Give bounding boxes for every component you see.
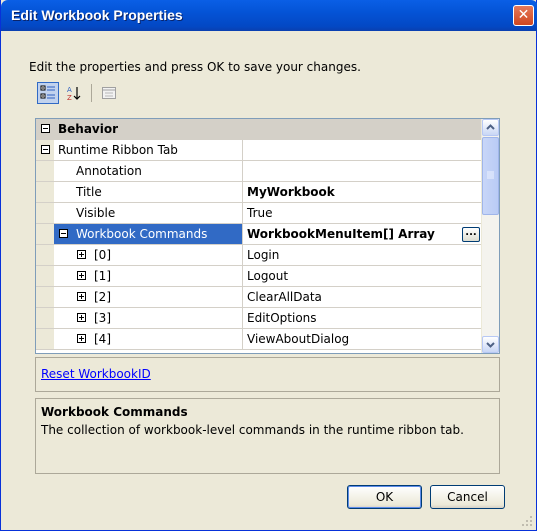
scroll-thumb[interactable] [482, 137, 499, 215]
title-bar[interactable]: Edit Workbook Properties ✕ [1, 0, 537, 31]
property-grid-rows: Behavior Runtime Ribbon Tab Annotation T… [36, 119, 483, 350]
close-button[interactable]: ✕ [513, 5, 534, 26]
grid-row-item-3[interactable]: [3] EditOptions [36, 308, 483, 329]
chevron-down-icon [486, 342, 495, 348]
property-grid-toolbar: A Z [37, 81, 120, 105]
property-name: Runtime Ribbon Tab [54, 140, 243, 160]
row-gutter [36, 119, 54, 139]
property-name: [3] [94, 311, 111, 325]
property-value[interactable]: MyWorkbook [243, 182, 483, 202]
property-name: Behavior [58, 122, 119, 136]
row-gutter [36, 245, 54, 265]
property-name-cell: [0] [54, 245, 243, 265]
expand-icon[interactable] [77, 334, 86, 343]
row-gutter [36, 161, 54, 181]
grip-icon [487, 171, 494, 179]
description-text: The collection of workbook-level command… [41, 423, 464, 437]
property-value[interactable]: Login [243, 245, 483, 265]
scroll-up-button[interactable] [482, 119, 499, 136]
reset-workbookid-link[interactable]: Reset WorkbookID [41, 367, 151, 381]
description-title: Workbook Commands [41, 405, 188, 419]
grid-row-title[interactable]: Title MyWorkbook [36, 182, 483, 203]
property-pages-button[interactable] [98, 82, 120, 104]
categorized-button[interactable] [37, 82, 59, 104]
property-value[interactable] [243, 161, 483, 181]
property-name: Workbook Commands [76, 227, 208, 241]
commands-panel: Reset WorkbookID [35, 357, 500, 392]
svg-text:Z: Z [67, 94, 72, 101]
collapse-icon[interactable] [41, 145, 50, 154]
grid-row-item-1[interactable]: [1] Logout [36, 266, 483, 287]
property-name-cell: [1] [54, 266, 243, 286]
property-name-cell: Workbook Commands [54, 224, 243, 244]
grid-row-item-2[interactable]: [2] ClearAllData [36, 287, 483, 308]
svg-text:A: A [67, 86, 72, 94]
row-gutter [36, 224, 54, 244]
dialog-window: Edit Workbook Properties ✕ Edit the prop… [0, 0, 537, 531]
property-name: [4] [94, 332, 111, 346]
row-gutter [36, 329, 54, 349]
toolbar-separator [91, 84, 92, 102]
window-title: Edit Workbook Properties [11, 7, 183, 23]
resize-grip-icon[interactable] [521, 515, 533, 527]
expand-icon[interactable] [77, 250, 86, 259]
property-value[interactable]: Logout [243, 266, 483, 286]
scroll-down-button[interactable] [482, 336, 499, 353]
description-panel: Workbook Commands The collection of work… [35, 398, 500, 474]
ok-button[interactable]: OK [347, 485, 422, 509]
row-gutter [36, 182, 54, 202]
row-gutter [36, 266, 54, 286]
property-pages-icon [102, 87, 116, 99]
grid-row-item-0[interactable]: [0] Login [36, 245, 483, 266]
property-value-cell[interactable]: WorkbookMenuItem[] Array ... [243, 224, 483, 244]
expand-icon[interactable] [77, 271, 86, 280]
alphabetical-button[interactable]: A Z [63, 82, 85, 104]
categorized-icon [40, 85, 55, 99]
property-value[interactable]: ViewAboutDialog [243, 329, 483, 349]
property-value[interactable]: True [243, 203, 483, 223]
property-value: WorkbookMenuItem[] Array [247, 227, 435, 241]
row-gutter [36, 308, 54, 328]
property-name-cell: [3] [54, 308, 243, 328]
expand-icon[interactable] [77, 313, 86, 322]
vertical-scrollbar[interactable] [481, 119, 499, 353]
instructions-text: Edit the properties and press OK to save… [29, 60, 361, 74]
property-name: Visible [54, 203, 243, 223]
property-name-cell: [4] [54, 329, 243, 349]
property-value [243, 119, 483, 139]
property-name: [0] [94, 248, 111, 262]
grid-row-behavior[interactable]: Behavior [36, 119, 483, 140]
property-value [243, 140, 483, 160]
row-gutter [36, 287, 54, 307]
collapse-icon[interactable] [41, 124, 50, 133]
alphabetical-icon: A Z [67, 86, 81, 101]
property-value[interactable]: ClearAllData [243, 287, 483, 307]
property-value[interactable]: EditOptions [243, 308, 483, 328]
property-name: Annotation [54, 161, 243, 181]
chevron-up-icon [486, 124, 495, 130]
row-gutter [36, 203, 54, 223]
grid-row-item-4[interactable]: [4] ViewAboutDialog [36, 329, 483, 350]
property-name-cell: [2] [54, 287, 243, 307]
grid-row-runtime-ribbon-tab[interactable]: Runtime Ribbon Tab [36, 140, 483, 161]
collection-editor-button[interactable]: ... [462, 227, 480, 242]
grid-row-annotation[interactable]: Annotation [36, 161, 483, 182]
property-name: Title [54, 182, 243, 202]
cancel-button[interactable]: Cancel [430, 485, 505, 509]
grid-row-visible[interactable]: Visible True [36, 203, 483, 224]
expand-icon[interactable] [77, 292, 86, 301]
property-grid[interactable]: Behavior Runtime Ribbon Tab Annotation T… [35, 118, 500, 354]
close-icon: ✕ [517, 7, 530, 23]
property-name: [2] [94, 290, 111, 304]
row-gutter [36, 140, 54, 160]
collapse-icon[interactable] [59, 229, 68, 238]
grid-row-workbook-commands[interactable]: Workbook Commands WorkbookMenuItem[] Arr… [36, 224, 483, 245]
property-name: [1] [94, 269, 111, 283]
